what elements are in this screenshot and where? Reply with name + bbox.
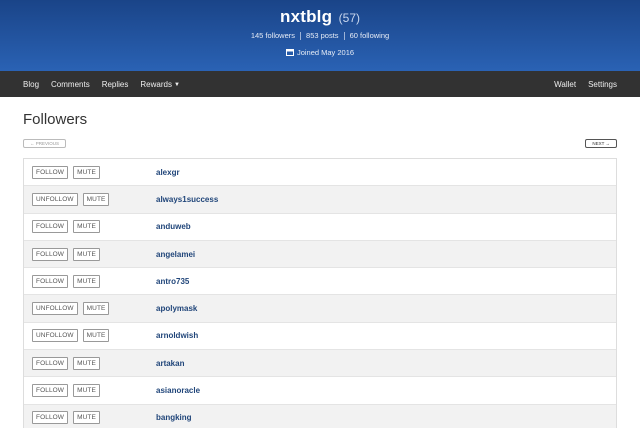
list-item: FOLLOW MUTE artakan (24, 350, 616, 378)
follow-button[interactable]: FOLLOW (32, 356, 69, 370)
list-item: FOLLOW MUTE anduweb (24, 214, 616, 241)
page-title: Followers (23, 111, 88, 128)
follower-username[interactable]: arnoldwish (156, 331, 198, 340)
follow-button[interactable]: FOLLOW (32, 247, 69, 261)
posts-count: 853 posts (306, 31, 339, 40)
reputation-score: (57) (338, 11, 360, 25)
row-actions: UNFOLLOW MUTE (32, 192, 156, 206)
nav-right: Wallet Settings (542, 80, 617, 89)
follow-button[interactable]: FOLLOW (32, 384, 69, 398)
row-actions: FOLLOW MUTE (32, 356, 156, 370)
list-item: FOLLOW MUTE asianoracle (24, 377, 616, 405)
follow-button[interactable]: FOLLOW (32, 220, 69, 234)
list-item: FOLLOW MUTE bangking (24, 404, 616, 428)
follower-username[interactable]: alexgr (156, 168, 180, 177)
mute-button[interactable]: MUTE (73, 411, 100, 425)
row-actions: FOLLOW MUTE (32, 165, 156, 179)
list-item: FOLLOW MUTE antro735 (24, 268, 616, 296)
mute-button[interactable]: MUTE (73, 356, 100, 370)
next-button[interactable]: NEXT → (585, 139, 617, 148)
calendar-icon (285, 49, 294, 56)
unfollow-button[interactable]: UNFOLLOW (32, 329, 78, 343)
mute-button[interactable]: MUTE (82, 329, 110, 343)
row-actions: FOLLOW MUTE (32, 411, 156, 425)
row-actions: FOLLOW MUTE (32, 247, 156, 261)
mute-button[interactable]: MUTE (73, 384, 100, 398)
list-item: FOLLOW MUTE alexgr (24, 159, 616, 187)
nav-wallet[interactable]: Wallet (554, 80, 576, 89)
main-content: Followers ← PREVIOUS NEXT → FOLLOW MUTE … (0, 97, 640, 428)
follower-username[interactable]: angelamei (156, 250, 195, 259)
follower-username[interactable]: asianoracle (156, 386, 200, 395)
pagination: ← PREVIOUS NEXT → (23, 139, 617, 148)
profile-navbar: Blog Comments Replies Rewards ▼ Wallet Se… (0, 71, 640, 97)
mute-button[interactable]: MUTE (73, 220, 100, 234)
row-actions: FOLLOW MUTE (32, 220, 156, 234)
list-item: UNFOLLOW MUTE arnoldwish (24, 323, 616, 351)
nav-blog[interactable]: Blog (23, 80, 39, 89)
follower-username[interactable]: bangking (156, 413, 192, 422)
unfollow-button[interactable]: UNFOLLOW (32, 302, 78, 316)
nav-comments[interactable]: Comments (51, 80, 90, 89)
follow-button[interactable]: FOLLOW (32, 274, 69, 288)
nav-rewards-label: Rewards (140, 79, 172, 89)
nav-settings[interactable]: Settings (588, 80, 617, 89)
list-item: UNFOLLOW MUTE apolymask (24, 295, 616, 323)
mute-button[interactable]: MUTE (82, 192, 110, 206)
list-item: FOLLOW MUTE angelamei (24, 240, 616, 269)
following-count[interactable]: 60 following (345, 31, 395, 40)
follower-username[interactable]: always1success (156, 195, 218, 204)
profile-name-line: nxtblg (57) (0, 7, 640, 27)
row-actions: FOLLOW MUTE (32, 274, 156, 288)
follow-button[interactable]: FOLLOW (32, 411, 69, 425)
nav-left: Blog Comments Replies Rewards ▼ (23, 80, 192, 89)
profile-header: nxtblg (57) 145 followers 853 posts 60 fol… (0, 0, 640, 71)
follower-username[interactable]: anduweb (156, 222, 191, 231)
follow-button[interactable]: FOLLOW (32, 165, 69, 179)
row-actions: FOLLOW MUTE (32, 384, 156, 398)
follower-username[interactable]: artakan (156, 359, 184, 368)
joined-date: Joined May 2016 (0, 48, 640, 57)
joined-text: Joined May 2016 (296, 48, 355, 57)
followers-count[interactable]: 145 followers (246, 31, 300, 40)
chevron-down-icon: ▼ (173, 81, 180, 88)
previous-button[interactable]: ← PREVIOUS (23, 139, 67, 148)
nav-replies[interactable]: Replies (102, 80, 129, 89)
row-actions: UNFOLLOW MUTE (32, 329, 156, 343)
mute-button[interactable]: MUTE (73, 165, 100, 179)
nav-rewards[interactable]: Rewards ▼ (140, 80, 180, 89)
followers-list: FOLLOW MUTE alexgr UNFOLLOW MUTE always1… (23, 158, 617, 428)
list-item: UNFOLLOW MUTE always1success (24, 186, 616, 214)
profile-username: nxtblg (280, 7, 333, 26)
unfollow-button[interactable]: UNFOLLOW (32, 192, 78, 206)
mute-button[interactable]: MUTE (73, 274, 100, 288)
mute-button[interactable]: MUTE (73, 247, 100, 261)
row-actions: UNFOLLOW MUTE (32, 302, 156, 316)
profile-stats: 145 followers 853 posts 60 following (0, 31, 640, 41)
follower-username[interactable]: antro735 (156, 277, 189, 286)
follower-username[interactable]: apolymask (156, 304, 197, 313)
mute-button[interactable]: MUTE (82, 302, 110, 316)
